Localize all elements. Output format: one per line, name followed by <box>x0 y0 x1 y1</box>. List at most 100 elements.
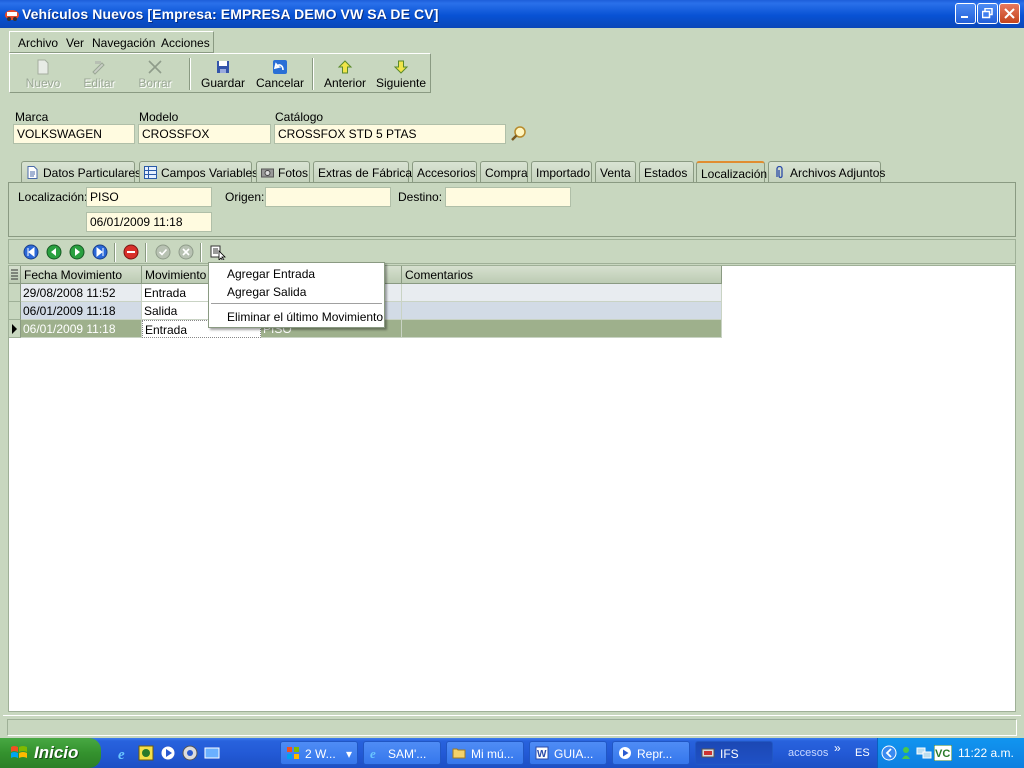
cell-fecha[interactable]: 29/08/2008 11:52 <box>21 284 142 302</box>
movement-actions-icon[interactable] <box>210 244 226 260</box>
media-player-icon[interactable] <box>160 745 176 761</box>
column-header-fecha[interactable]: Fecha Movimiento <box>21 266 142 284</box>
column-header-comentarios[interactable]: Comentarios <box>402 266 722 284</box>
media-player-icon <box>619 747 631 759</box>
toolbar-separator <box>189 58 191 90</box>
start-label: Inicio <box>34 743 79 762</box>
tab-accesorios[interactable]: Accesorios <box>412 161 477 183</box>
cancelar-button[interactable]: Cancelar <box>255 57 305 91</box>
tab-campos-variables[interactable]: Campos Variables <box>139 161 258 183</box>
menu-item-eliminar-ultimo[interactable]: Eliminar el último Movimiento <box>227 310 383 324</box>
destino-field[interactable] <box>445 187 571 207</box>
marca-label: Marca <box>15 110 49 124</box>
search-magnifier-icon[interactable] <box>510 125 527 142</box>
modelo-field[interactable]: CROSSFOX <box>138 124 271 144</box>
current-row-indicator[interactable] <box>9 320 21 338</box>
tab-archivos-adjuntos[interactable]: Archivos Adjuntos <box>768 161 885 183</box>
system-tray: VC 11:22 a.m. <box>877 738 1024 768</box>
menu-item-agregar-salida[interactable]: Agregar Salida <box>227 285 306 299</box>
accesos-toolbar-label[interactable]: accesos <box>788 747 828 759</box>
siguiente-button[interactable]: Siguiente <box>376 57 426 91</box>
window-title-bar[interactable]: Vehículos Nuevos [Empresa: EMPRESA DEMO … <box>0 0 1024 28</box>
menu-acciones[interactable]: Acciones <box>161 36 210 50</box>
marca-field[interactable]: VOLKSWAGEN <box>13 124 135 144</box>
menu-item-agregar-entrada[interactable]: Agregar Entrada <box>227 267 315 281</box>
task-label: IFS <box>720 747 739 761</box>
tab-importado[interactable]: Importado <box>531 161 592 183</box>
network-icon[interactable] <box>916 745 932 761</box>
cell-comentarios[interactable] <box>402 302 722 320</box>
menu-ver[interactable]: Ver <box>66 36 84 50</box>
menu-archivo[interactable]: Archivo <box>18 36 58 50</box>
catalogo-field[interactable]: CROSSFOX STD 5 PTAS <box>274 124 506 144</box>
taskbar-task[interactable]: 2 W... ▾ <box>280 741 358 765</box>
localizacion-field[interactable]: PISO <box>86 187 212 207</box>
minimize-button[interactable] <box>955 3 976 24</box>
restore-icon <box>982 8 993 19</box>
taskbar-task[interactable]: W GUIA... <box>529 741 607 765</box>
delete-record-icon[interactable] <box>123 244 139 260</box>
next-record-icon[interactable] <box>69 244 85 260</box>
menu-navegacion[interactable]: Navegación <box>92 36 155 50</box>
navigator-separator <box>145 243 147 262</box>
first-record-icon[interactable] <box>23 244 39 260</box>
save-disk-icon <box>217 61 229 73</box>
messenger-icon[interactable] <box>900 745 916 761</box>
svg-text:W: W <box>537 749 547 760</box>
svg-text:e: e <box>370 746 376 760</box>
close-button[interactable] <box>999 3 1020 24</box>
borrar-button[interactable]: Borrar <box>130 57 180 91</box>
tab-fotos[interactable]: Fotos <box>256 161 310 183</box>
svg-text:VC: VC <box>935 748 950 760</box>
row-indicator[interactable] <box>9 302 21 320</box>
movements-grid[interactable]: Fecha Movimiento Movimiento Comentarios … <box>8 265 1016 712</box>
nuevo-button[interactable]: Nuevo <box>18 57 68 91</box>
tab-estados[interactable]: Estados <box>639 161 694 183</box>
task-label: Repr... <box>637 747 673 761</box>
cell-fecha[interactable]: 06/01/2009 11:18 <box>21 302 142 320</box>
taskbar-task[interactable]: Mi mú... <box>446 741 524 765</box>
cancel-record-icon[interactable] <box>178 244 194 260</box>
start-button[interactable]: Inicio <box>0 738 101 768</box>
localizacion-panel: Localización: PISO 06/01/2009 11:18 Orig… <box>8 182 1016 237</box>
clock[interactable]: 11:22 a.m. <box>958 746 1014 760</box>
grid-options-icon[interactable] <box>10 268 19 280</box>
vc-tray-icon[interactable]: VC <box>934 745 952 761</box>
cell-comentarios[interactable] <box>402 284 722 302</box>
tab-label: Estados <box>644 166 688 180</box>
cell-fecha[interactable]: 06/01/2009 11:18 <box>21 320 142 338</box>
chevron-more-icon[interactable]: » <box>834 741 841 755</box>
editar-button[interactable]: Editar <box>74 57 124 91</box>
cell-comentarios[interactable] <box>402 320 722 338</box>
app-quicklaunch-icon[interactable] <box>138 745 154 761</box>
anterior-button[interactable]: Anterior <box>320 57 370 91</box>
post-record-icon[interactable] <box>155 244 171 260</box>
guardar-button[interactable]: Guardar <box>198 57 248 91</box>
taskbar-task[interactable]: e SAM'... <box>363 741 441 765</box>
row-indicator[interactable] <box>9 284 21 302</box>
window-title: Vehículos Nuevos [Empresa: EMPRESA DEMO … <box>22 6 439 22</box>
tray-expand-icon[interactable] <box>881 745 897 761</box>
arrow-down-icon <box>393 60 409 74</box>
tab-extras-de-fabrica[interactable]: Extras de Fábrica <box>313 161 412 183</box>
ie-quicklaunch-icon[interactable]: e <box>116 745 132 761</box>
fecha-field[interactable]: 06/01/2009 11:18 <box>86 212 212 232</box>
task-label: 2 W... <box>305 747 336 761</box>
last-record-icon[interactable] <box>92 244 108 260</box>
nuevo-label: Nuevo <box>25 76 61 90</box>
media-center-icon[interactable] <box>182 745 198 761</box>
tab-localizacion[interactable]: Localización <box>696 161 767 184</box>
previous-record-icon[interactable] <box>46 244 62 260</box>
taskbar-task-active[interactable]: IFS <box>695 741 773 765</box>
movement-context-menu: Agregar Entrada Agregar Salida Eliminar … <box>208 262 385 328</box>
language-indicator[interactable]: ES <box>855 747 870 759</box>
navigator-separator <box>114 243 116 262</box>
tab-compra[interactable]: Compra <box>480 161 528 183</box>
taskbar-task[interactable]: Repr... <box>612 741 690 765</box>
tab-venta[interactable]: Venta <box>595 161 636 183</box>
modelo-label: Modelo <box>139 110 179 124</box>
restore-button[interactable] <box>977 3 998 24</box>
show-desktop-icon[interactable] <box>204 745 220 761</box>
origen-field[interactable] <box>265 187 391 207</box>
tab-datos-particulares[interactable]: Datos Particulares <box>21 161 141 183</box>
